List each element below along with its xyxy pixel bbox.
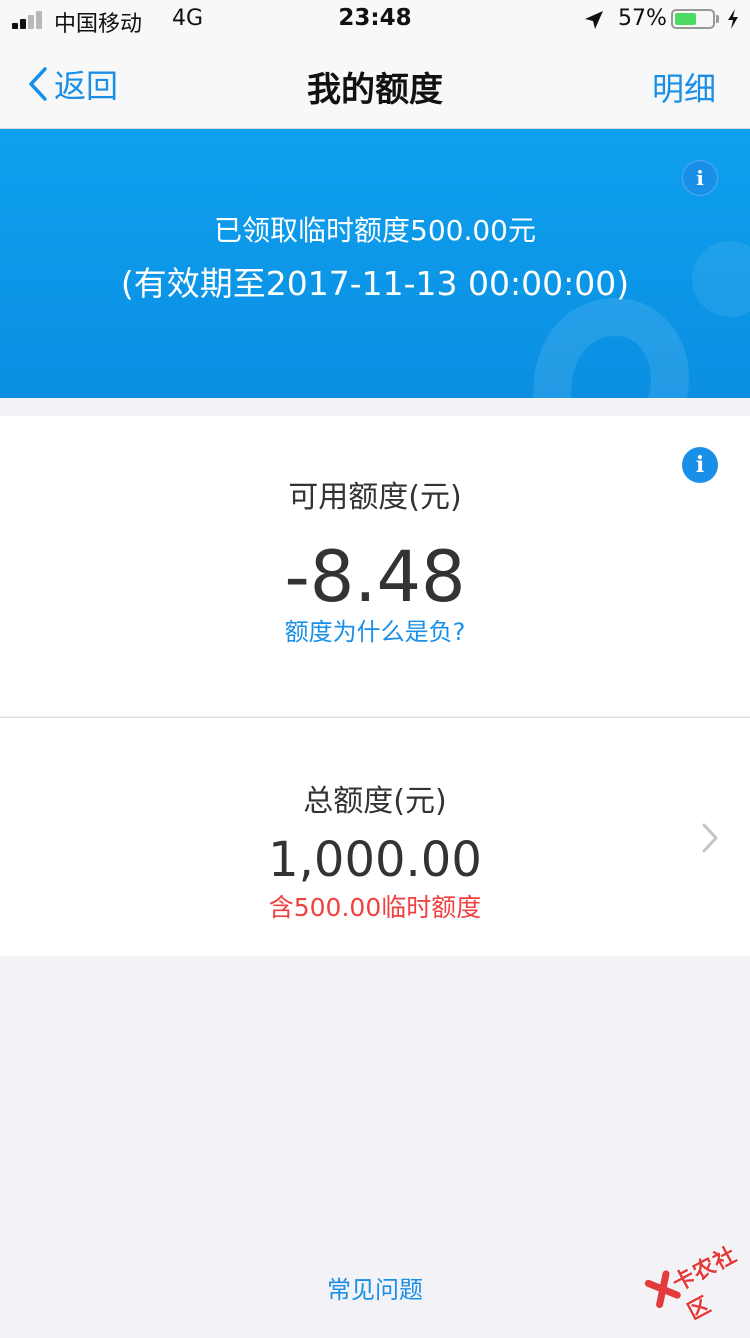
detail-button[interactable]: 明细 bbox=[652, 64, 716, 110]
info-icon[interactable]: i bbox=[682, 160, 718, 196]
charging-bolt-icon bbox=[728, 9, 738, 29]
total-quota-card[interactable]: 总额度(元) 1,000.00 含500.00临时额度 bbox=[0, 717, 750, 956]
available-quota-value: -8.48 bbox=[284, 536, 466, 618]
battery-tip bbox=[716, 15, 719, 23]
total-quota-label: 总额度(元) bbox=[303, 784, 447, 819]
location-arrow-icon bbox=[585, 11, 603, 29]
navigation-bar: 返回 我的额度 明细 bbox=[0, 40, 750, 129]
available-quota-card: i 可用额度(元) -8.48 额度为什么是负? bbox=[0, 416, 750, 716]
temporary-quota-banner: i 已领取临时额度500.00元 (有效期至2017-11-13 00:00:0… bbox=[0, 129, 750, 398]
page-title: 我的额度 bbox=[307, 70, 443, 110]
battery-fill bbox=[675, 13, 696, 25]
temporary-quota-note: 含500.00临时额度 bbox=[268, 893, 482, 922]
total-quota-value: 1,000.00 bbox=[268, 832, 482, 888]
chevron-right-icon bbox=[702, 823, 718, 853]
battery-percent: 57% bbox=[618, 6, 667, 31]
validity-period-text: (有效期至2017-11-13 00:00:00) bbox=[120, 264, 630, 303]
faq-link[interactable]: 常见问题 bbox=[0, 1270, 750, 1305]
available-quota-label: 可用额度(元) bbox=[288, 480, 462, 515]
temporary-quota-text: 已领取临时额度500.00元 bbox=[214, 214, 536, 247]
status-bar: 中国移动 4G 23:48 57% bbox=[0, 0, 750, 40]
watermark-logo: 卡农社区 bbox=[635, 1221, 750, 1330]
battery-icon bbox=[671, 9, 715, 29]
watermark-text: 卡农社区 bbox=[668, 1242, 742, 1326]
negative-quota-help-link[interactable]: 额度为什么是负? bbox=[0, 612, 750, 647]
